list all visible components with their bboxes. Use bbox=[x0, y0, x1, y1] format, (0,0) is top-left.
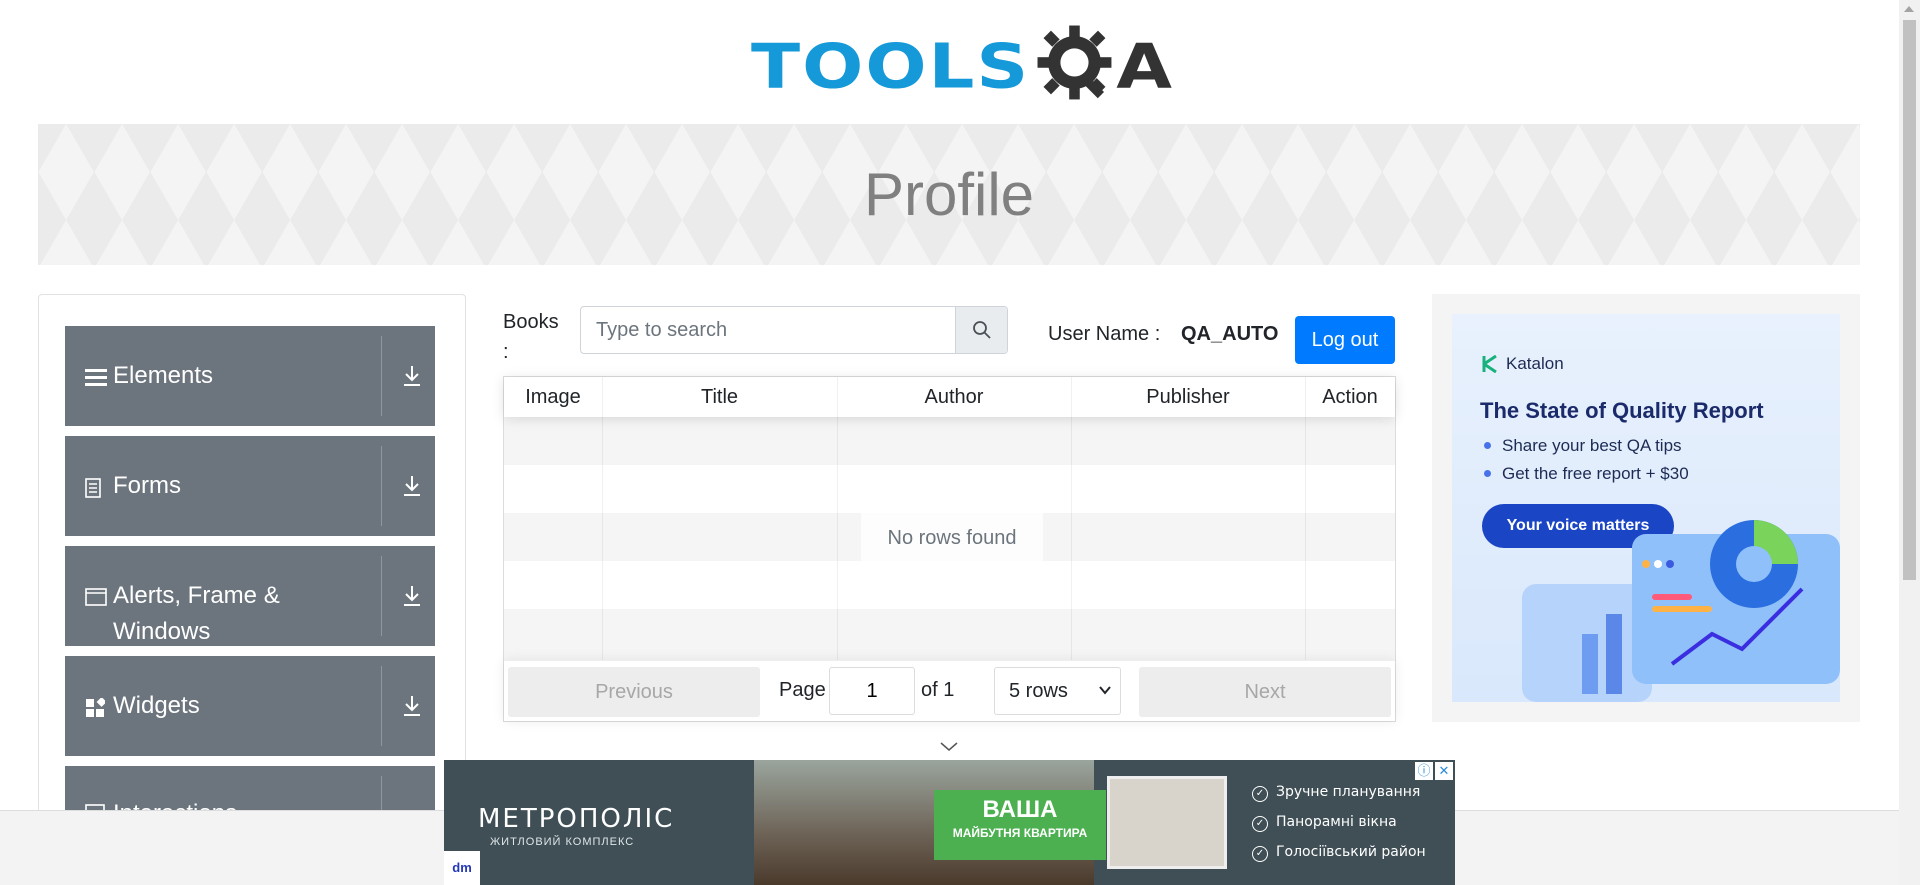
logo-text-a: A bbox=[1116, 30, 1172, 102]
table-row bbox=[504, 561, 1395, 609]
column-header-publisher[interactable]: Publisher bbox=[1071, 377, 1305, 417]
books-table: Image Title Author Publisher Action No r… bbox=[503, 376, 1396, 722]
katalon-title: The State of Quality Report bbox=[1480, 398, 1764, 423]
chevron-down-icon bbox=[1099, 686, 1111, 695]
rows-per-page-value: 5 rows bbox=[1009, 680, 1068, 702]
menu-label-alerts: Alerts, Frame & Windows bbox=[113, 582, 280, 645]
katalon-bullet: Get the free report + $30 bbox=[1484, 464, 1689, 484]
menu-label-widgets: Widgets bbox=[113, 692, 200, 719]
ad-controls: ⓘ ✕ bbox=[1415, 762, 1453, 780]
table-row bbox=[504, 465, 1395, 513]
menu-divider bbox=[381, 446, 382, 526]
column-divider bbox=[1305, 377, 1306, 660]
menu-divider bbox=[381, 666, 382, 746]
bottom-banner-ad[interactable]: МЕТРОПОЛІС ЖИТЛОВИЙ КОМПЛЕКС ВАША МАЙБУТ… bbox=[444, 760, 1455, 885]
menu-group-elements[interactable]: Elements bbox=[65, 326, 435, 426]
column-header-author[interactable]: Author bbox=[837, 377, 1071, 417]
user-name-label: User Name : bbox=[1048, 323, 1161, 345]
report-illustration bbox=[1522, 520, 1840, 702]
collapse-ad-chevron-icon[interactable] bbox=[938, 740, 960, 754]
ad-info-icon[interactable]: ⓘ bbox=[1415, 762, 1433, 780]
hamburger-icon bbox=[85, 369, 107, 386]
menu-label-elements: Elements bbox=[113, 362, 214, 389]
menu-group-alerts[interactable]: Alerts, Frame & Windows bbox=[65, 546, 435, 646]
menu-divider bbox=[381, 336, 382, 416]
widgets-icon bbox=[86, 698, 105, 717]
window-icon bbox=[85, 588, 107, 606]
ad-close-icon[interactable]: ✕ bbox=[1435, 762, 1453, 780]
column-divider bbox=[837, 377, 838, 660]
katalon-bullet-text: Get the free report + $30 bbox=[1502, 464, 1689, 483]
page-title: Profile bbox=[863, 161, 1035, 228]
ad-feature-item: Зручне планування bbox=[1252, 784, 1420, 802]
logout-button[interactable]: Log out bbox=[1295, 316, 1395, 364]
search-button[interactable] bbox=[955, 307, 1007, 353]
menu-group-forms[interactable]: Forms bbox=[65, 436, 435, 536]
search-icon bbox=[972, 321, 991, 339]
ad-badge-small-text: МАЙБУТНЯ КВАРТИРА bbox=[952, 826, 1088, 840]
ad-brand-subtitle: ЖИТЛОВИЙ КОМПЛЕКС bbox=[490, 836, 635, 848]
document-icon bbox=[85, 478, 101, 498]
page-banner: Profile bbox=[38, 124, 1860, 265]
user-name-value: QA_AUTO bbox=[1181, 323, 1279, 345]
katalon-bullet-text: Share your best QA tips bbox=[1502, 436, 1682, 455]
column-divider bbox=[602, 377, 603, 660]
page-scrollbar[interactable] bbox=[1899, 0, 1920, 885]
download-icon[interactable] bbox=[401, 364, 423, 388]
ad-feature-item: Панорамні вікна bbox=[1252, 814, 1397, 832]
download-icon[interactable] bbox=[401, 474, 423, 498]
menu-label-forms: Forms bbox=[113, 472, 181, 499]
ad-floor-plan-image bbox=[1107, 776, 1227, 869]
books-label: Books : bbox=[503, 311, 559, 363]
ad-feature-item: Голосіївський район bbox=[1252, 844, 1426, 862]
scroll-up-arrow[interactable] bbox=[1904, 6, 1914, 12]
column-header-title[interactable]: Title bbox=[602, 377, 837, 417]
katalon-bullet: Share your best QA tips bbox=[1484, 436, 1682, 456]
table-row bbox=[504, 609, 1395, 660]
gear-magnifier-icon bbox=[1037, 25, 1112, 100]
next-button[interactable]: Next bbox=[1139, 667, 1391, 717]
logo-text-tools: TOOLS bbox=[751, 30, 1031, 102]
column-divider bbox=[1071, 377, 1072, 660]
search-box bbox=[580, 306, 1008, 354]
rows-per-page-select[interactable]: 5 rows bbox=[994, 667, 1121, 715]
table-row bbox=[504, 417, 1395, 465]
katalon-brand: Katalon bbox=[1482, 354, 1564, 374]
katalon-ad[interactable]: Katalon The State of Quality Report Shar… bbox=[1432, 294, 1860, 722]
pagination-bar: Previous Page of 1 5 rows Next bbox=[504, 660, 1395, 721]
table-header: Image Title Author Publisher Action bbox=[504, 377, 1395, 417]
download-icon[interactable] bbox=[401, 584, 423, 608]
katalon-logo-icon bbox=[1482, 355, 1497, 373]
katalon-ad-creative[interactable]: Katalon The State of Quality Report Shar… bbox=[1452, 314, 1840, 702]
ad-green-badge: ВАША МАЙБУТНЯ КВАРТИРА bbox=[934, 790, 1106, 860]
column-header-image[interactable]: Image bbox=[504, 377, 602, 417]
menu-divider bbox=[381, 556, 382, 636]
page-label: Page bbox=[779, 679, 826, 701]
column-header-action[interactable]: Action bbox=[1305, 377, 1395, 417]
scroll-thumb[interactable] bbox=[1903, 20, 1916, 580]
ad-network-logo[interactable]: dm bbox=[444, 851, 480, 885]
previous-button[interactable]: Previous bbox=[508, 667, 760, 717]
no-rows-message: No rows found bbox=[861, 512, 1043, 564]
katalon-brand-text: Katalon bbox=[1506, 354, 1564, 373]
page-total-label: of 1 bbox=[921, 679, 955, 701]
download-icon[interactable] bbox=[401, 694, 423, 718]
page-number-input[interactable] bbox=[829, 667, 915, 715]
site-logo[interactable]: TOOLS A bbox=[751, 18, 1172, 114]
search-input[interactable] bbox=[581, 307, 955, 353]
menu-group-widgets[interactable]: Widgets bbox=[65, 656, 435, 756]
ad-badge-big-text: ВАША bbox=[982, 796, 1058, 823]
ad-brand: МЕТРОПОЛІС bbox=[478, 804, 675, 834]
left-menu: Elements Forms Alerts, Frame & Windows W… bbox=[38, 294, 466, 866]
